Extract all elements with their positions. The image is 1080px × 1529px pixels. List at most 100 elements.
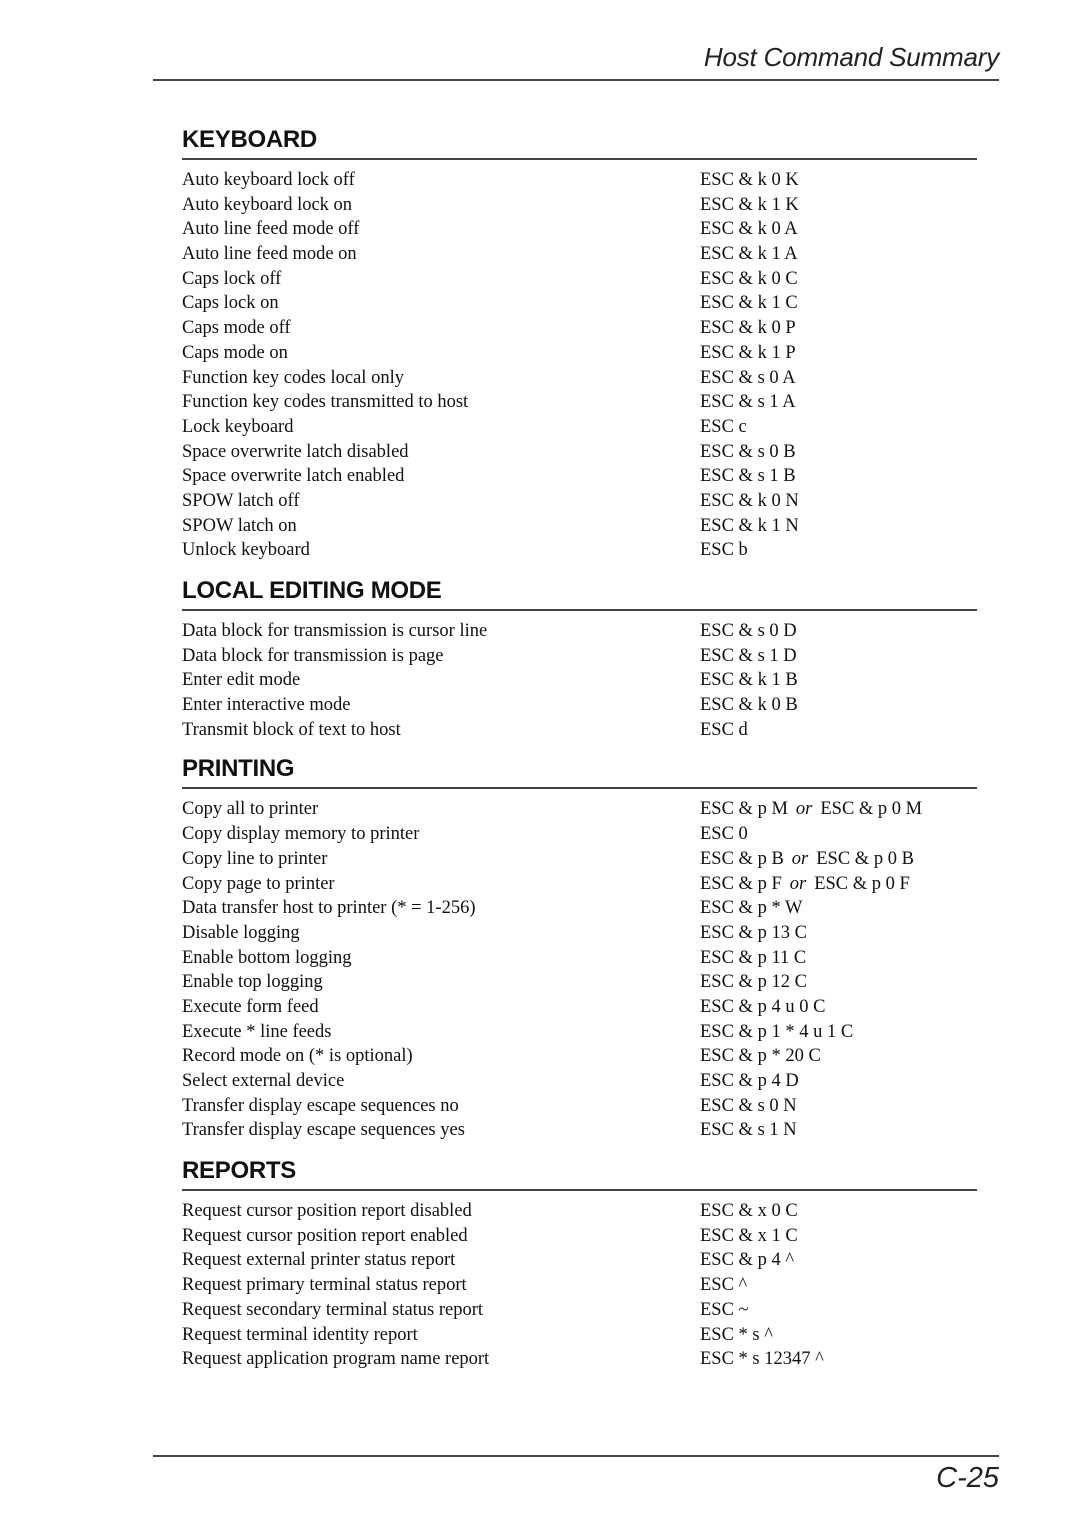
command-row: Auto line feed mode on ESC & k 1 A: [182, 242, 977, 267]
escape-sequence: ESC & s 1 D: [700, 645, 797, 666]
escape-sequence: ESC & p M: [700, 799, 788, 820]
command-sequence: ESC & k 0 C: [700, 267, 798, 292]
command-row: Select external device ESC & p 4 D: [182, 1069, 977, 1094]
escape-sequence: ESC & s 0 A: [700, 367, 796, 388]
escape-sequence: ESC & p * 20 C: [700, 1046, 821, 1067]
escape-sequence: ESC & p 4 ^: [700, 1250, 794, 1271]
command-row: Caps mode off ESC & k 0 P: [182, 316, 977, 341]
command-description: Auto line feed mode on: [182, 244, 357, 265]
command-sequence: ESC & p 4 ^: [700, 1248, 794, 1273]
command-list: Copy all to printer ESC & p M or ESC & p 0 …: [182, 797, 977, 1143]
section-divider: [182, 609, 977, 611]
escape-sequence: ESC & k 1 A: [700, 244, 798, 265]
command-sequence: ESC & p 1 * 4 u 1 C: [700, 1020, 853, 1045]
section-title: LOCAL EDITING MODE: [182, 577, 442, 604]
command-row: Request terminal identity report ESC * s …: [182, 1323, 977, 1348]
command-row: Data block for transmission is cursor li…: [182, 619, 977, 644]
command-row: Enter interactive mode ESC & k 0 B: [182, 693, 977, 718]
escape-sequence: ESC & p * W: [700, 898, 803, 919]
header-divider: [153, 79, 999, 81]
escape-sequence: ESC & p 4 D: [700, 1071, 799, 1091]
command-row: Function key codes transmitted to host ES…: [182, 390, 977, 415]
escape-sequence: ESC c: [700, 416, 747, 437]
escape-sequence: ESC & s 0 B: [700, 441, 796, 462]
command-description: Transfer display escape sequences yes: [182, 1120, 465, 1141]
command-row: Auto line feed mode off ESC & k 0 A: [182, 217, 977, 242]
section-divider: [182, 158, 977, 160]
command-row: Unlock keyboard ESC b: [182, 538, 977, 563]
command-row: Copy display memory to printer ESC 0: [182, 822, 977, 847]
command-description: Enable bottom logging: [182, 947, 352, 968]
alternative-escape-sequence: ESC & p 0 M: [820, 799, 923, 820]
alternative-separator: or: [795, 799, 813, 820]
command-description: Request terminal identity report: [182, 1324, 418, 1345]
command-row: Caps lock off ESC & k 0 C: [182, 267, 977, 292]
command-sequence: ESC d: [700, 718, 748, 743]
command-row: Data transfer host to printer (* = 1-256…: [182, 896, 977, 921]
command-sequence: ESC & k 0 N: [700, 489, 799, 514]
command-sequence: ESC & k 1 N: [700, 514, 799, 539]
command-sequence: ESC & k 0 A: [700, 217, 798, 242]
command-row: Execute * line feeds ESC & p 1 * 4 u 1 C: [182, 1020, 977, 1045]
escape-sequence: ESC & s 1 N: [700, 1120, 797, 1141]
section-local-editing-mode: LOCAL EDITING MODE Data block for transm…: [182, 573, 977, 742]
command-row: Enter edit mode ESC & k 1 B: [182, 668, 977, 693]
command-row: Record mode on (* is optional) ESC & p * …: [182, 1044, 977, 1069]
command-description: Function key codes transmitted to host: [182, 392, 469, 413]
command-sequence: ESC & s 0 B: [700, 440, 796, 465]
command-sequence: ESC & s 0 A: [700, 366, 796, 391]
running-header-title: Host Command Summary: [703, 42, 999, 72]
command-row: Request secondary terminal status report…: [182, 1298, 977, 1323]
command-sequence: ESC & x 1 C: [700, 1224, 798, 1249]
escape-sequence: ESC & k 1 B: [700, 670, 798, 691]
section-reports: REPORTS Request cursor position report d…: [182, 1153, 977, 1372]
command-sequence: ESC & k 0 B: [700, 693, 798, 718]
command-description: Enter edit mode: [182, 670, 301, 691]
command-row: Request application program name report E…: [182, 1347, 977, 1372]
command-description: Transfer display escape sequences no: [182, 1095, 459, 1116]
section-title: PRINTING: [182, 755, 295, 783]
command-description: Caps mode on: [182, 342, 288, 363]
command-row: Transfer display escape sequences yes ESC…: [182, 1118, 977, 1143]
command-row: Space overwrite latch disabled ESC & s 0 …: [182, 440, 977, 465]
command-description: Copy line to printer: [182, 848, 328, 869]
command-sequence: ESC * s ^: [700, 1323, 773, 1348]
command-description: Auto keyboard lock off: [182, 170, 355, 190]
command-description: Select external device: [182, 1071, 345, 1091]
command-description: Data transfer host to printer (* = 1-256…: [182, 898, 476, 919]
command-sequence: ESC & k 1 P: [700, 341, 796, 366]
page-number: C-25: [936, 1462, 999, 1494]
command-description: Auto keyboard lock on: [182, 194, 353, 215]
command-row: SPOW latch off ESC & k 0 N: [182, 489, 977, 514]
escape-sequence: ESC & k 1 K: [700, 194, 799, 215]
alternative-escape-sequence: ESC & p 0 B: [816, 848, 914, 869]
command-sequence: ESC & p M or ESC & p 0 M: [700, 797, 922, 822]
command-row: Transmit block of text to host ESC d: [182, 718, 977, 743]
escape-sequence: ESC & p 13 C: [700, 922, 807, 943]
command-sequence: ESC & p 13 C: [700, 921, 807, 946]
command-description: Caps mode off: [182, 318, 291, 339]
escape-sequence: ESC & p F: [700, 873, 782, 894]
command-description: Disable logging: [182, 922, 300, 943]
command-sequence: ESC & s 0 N: [700, 1094, 797, 1119]
command-row: Transfer display escape sequences no ESC …: [182, 1094, 977, 1119]
escape-sequence: ESC & s 0 D: [700, 621, 797, 641]
command-list: Request cursor position report disabled E…: [182, 1199, 977, 1372]
escape-sequence: ESC & k 0 P: [700, 318, 796, 339]
command-row: Copy line to printer ESC & p B or ESC & p 0…: [182, 847, 977, 872]
command-description: Request cursor position report enabled: [182, 1225, 468, 1246]
escape-sequence: ESC ^: [700, 1275, 748, 1296]
command-sequence: ESC b: [700, 538, 748, 563]
command-description: Caps lock on: [182, 293, 279, 314]
command-description: Function key codes local only: [182, 367, 404, 388]
command-sequence: ESC & k 0 P: [700, 316, 796, 341]
command-description: SPOW latch off: [182, 490, 300, 511]
command-sequence: ESC & k 1 K: [700, 193, 799, 218]
command-row: Lock keyboard ESC c: [182, 415, 977, 440]
command-sequence: ESC c: [700, 415, 747, 440]
escape-sequence: ESC & k 0 N: [700, 490, 799, 511]
command-description: Space overwrite latch disabled: [182, 441, 409, 462]
command-description: Copy all to printer: [182, 799, 319, 820]
escape-sequence: ESC & s 1 A: [700, 392, 796, 413]
command-row: Request primary terminal status report ES…: [182, 1273, 977, 1298]
